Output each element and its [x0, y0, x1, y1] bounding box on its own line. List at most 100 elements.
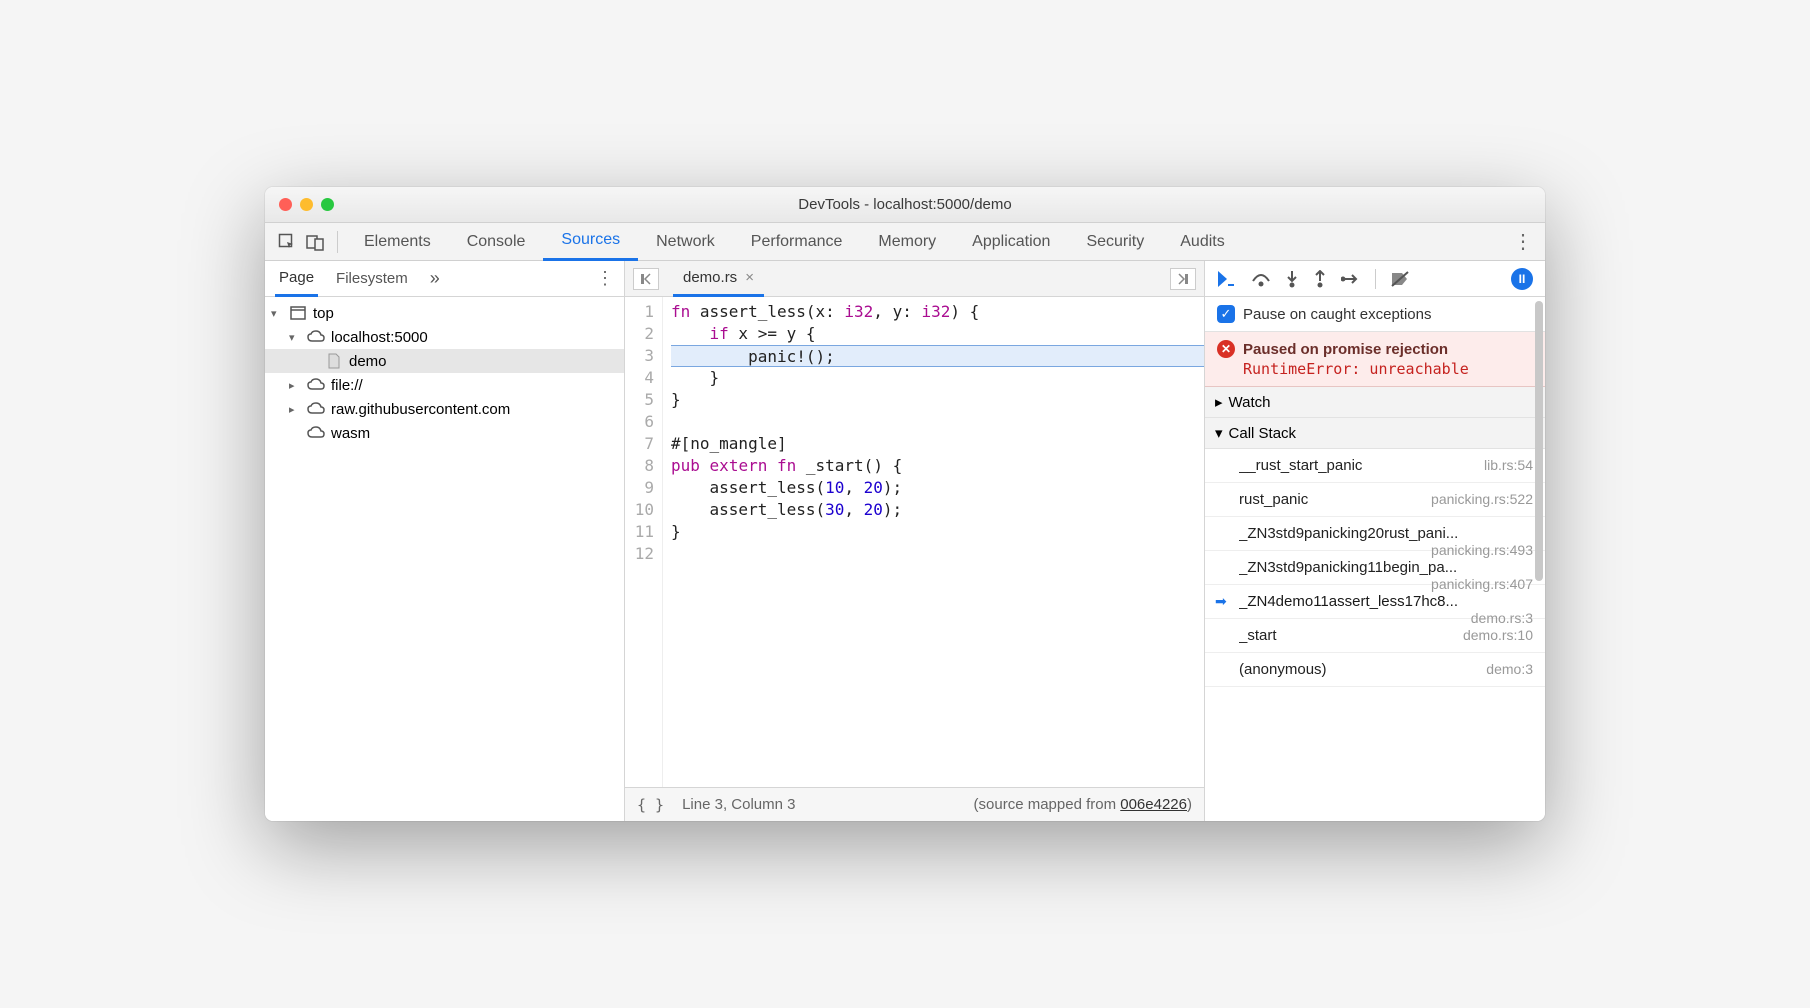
expand-icon: ▸ [1215, 393, 1223, 411]
resume-button[interactable] [1217, 270, 1237, 288]
panel-tabs: ElementsConsoleSourcesNetworkPerformance… [346, 223, 1509, 261]
stack-frame[interactable]: panicking.rs:522rust_panic [1205, 483, 1545, 517]
tree-item-label: raw.githubusercontent.com [331, 401, 510, 418]
file-tab-label: demo.rs [683, 269, 737, 286]
code-line[interactable] [671, 543, 1204, 565]
tab-application[interactable]: Application [954, 223, 1068, 261]
titlebar: DevTools - localhost:5000/demo [265, 187, 1545, 223]
tree-item-label: wasm [331, 425, 370, 442]
deactivate-breakpoints-icon[interactable] [1390, 270, 1410, 288]
stack-frame[interactable]: demo.rs:10_start [1205, 619, 1545, 653]
editor-panel: demo.rs × 123456789101112 fn assert_less… [625, 261, 1205, 821]
stack-frame[interactable]: _ZN3std9panicking11begin_pa...panicking.… [1205, 551, 1545, 585]
tab-audits[interactable]: Audits [1162, 223, 1242, 261]
minimize-window-button[interactable] [300, 198, 313, 211]
step-icon[interactable] [1341, 272, 1361, 286]
code-line[interactable]: } [671, 521, 1204, 543]
tab-security[interactable]: Security [1068, 223, 1162, 261]
disclosure-icon: ▸ [289, 403, 301, 416]
tree-item-label: file:// [331, 377, 363, 394]
pause-reason-pane: ✕ Paused on promise rejection RuntimeErr… [1205, 332, 1545, 387]
pause-on-caught-checkbox[interactable]: ✓ Pause on caught exceptions [1217, 305, 1533, 323]
nav-forward-button[interactable] [1170, 268, 1196, 290]
code-line[interactable]: fn assert_less(x: i32, y: i32) { [671, 301, 1204, 323]
file-tab[interactable]: demo.rs × [673, 261, 764, 297]
code-line[interactable]: #[no_mangle] [671, 433, 1204, 455]
close-tab-icon[interactable]: × [745, 269, 754, 286]
disclosure-icon: ▾ [271, 307, 283, 320]
tree-item[interactable]: demo [265, 349, 624, 373]
navigator-menu-icon[interactable]: ⋮ [596, 268, 614, 289]
code-line[interactable]: panic!(); [671, 345, 1204, 367]
stack-frame[interactable]: _ZN4demo11assert_less17hc8...demo.rs:3 [1205, 585, 1545, 619]
window-controls [265, 198, 334, 211]
cursor-position: Line 3, Column 3 [682, 796, 795, 813]
navigator-tab-page[interactable]: Page [275, 261, 318, 297]
code-line[interactable]: if x >= y { [671, 323, 1204, 345]
tree-item[interactable]: ▾top [265, 301, 624, 325]
tab-performance[interactable]: Performance [733, 223, 861, 261]
maximize-window-button[interactable] [321, 198, 334, 211]
tab-elements[interactable]: Elements [346, 223, 449, 261]
code-line[interactable]: assert_less(30, 20); [671, 499, 1204, 521]
devtools-window: DevTools - localhost:5000/demo ElementsC… [265, 187, 1545, 821]
tree-item[interactable]: ▸file:// [265, 373, 624, 397]
step-over-icon[interactable] [1251, 271, 1271, 287]
panel-body: Page Filesystem » ⋮ ▾top▾localhost:5000d… [265, 261, 1545, 821]
cloud-icon [307, 400, 325, 418]
navigator-tab-filesystem[interactable]: Filesystem [332, 261, 412, 297]
file-tree[interactable]: ▾top▾localhost:5000demo▸file://▸raw.gith… [265, 297, 624, 821]
cloud-icon [307, 424, 325, 442]
inspect-element-icon[interactable] [273, 228, 301, 256]
debugger-panel: II ✓ Pause on caught exceptions ✕ Paused… [1205, 261, 1545, 821]
tab-network[interactable]: Network [638, 223, 733, 261]
code-line[interactable]: assert_less(10, 20); [671, 477, 1204, 499]
pause-reason-message: RuntimeError: unreachable [1243, 360, 1533, 378]
format-icon[interactable]: { } [637, 796, 664, 814]
more-menu-icon[interactable]: ⋮ [1509, 229, 1537, 254]
editor-statusbar: { } Line 3, Column 3 (source mapped from… [625, 787, 1204, 821]
step-out-icon[interactable] [1313, 270, 1327, 288]
tab-sources[interactable]: Sources [543, 223, 638, 261]
tab-memory[interactable]: Memory [860, 223, 954, 261]
debugger-toolbar: II [1205, 261, 1545, 297]
step-into-icon[interactable] [1285, 270, 1299, 288]
watch-section-header[interactable]: ▸ Watch [1205, 387, 1545, 418]
file-icon [325, 352, 343, 370]
code-line[interactable]: } [671, 389, 1204, 411]
tree-item[interactable]: ▾ localhost:5000 [265, 325, 624, 349]
code-editor[interactable]: 123456789101112 fn assert_less(x: i32, y… [625, 297, 1204, 787]
cloud-icon [307, 376, 325, 394]
call-stack-list: lib.rs:54__rust_start_panicpanicking.rs:… [1205, 449, 1545, 821]
navigator-more-icon[interactable]: » [430, 268, 440, 289]
close-window-button[interactable] [279, 198, 292, 211]
scrollbar-thumb[interactable] [1535, 301, 1543, 581]
stack-frame[interactable]: lib.rs:54__rust_start_panic [1205, 449, 1545, 483]
collapse-icon: ▾ [1215, 424, 1223, 442]
code-line[interactable]: pub extern fn _start() { [671, 455, 1204, 477]
stack-frame[interactable]: demo:3(anonymous) [1205, 653, 1545, 687]
window-title: DevTools - localhost:5000/demo [265, 196, 1545, 213]
stack-frame[interactable]: _ZN3std9panicking20rust_pani...panicking… [1205, 517, 1545, 551]
tree-item[interactable]: ▸ raw.githubusercontent.com [265, 397, 624, 421]
disclosure-icon: ▾ [289, 331, 301, 344]
tree-item-label: localhost:5000 [331, 329, 428, 346]
code-line[interactable]: } [671, 367, 1204, 389]
pause-indicator-icon[interactable]: II [1511, 268, 1533, 290]
tree-item-label: demo [349, 353, 387, 370]
source-map-link[interactable]: 006e4226 [1120, 796, 1187, 813]
separator [1375, 269, 1376, 289]
device-toggle-icon[interactable] [301, 228, 329, 256]
error-icon: ✕ [1217, 340, 1235, 358]
pause-on-exceptions-row: ✓ Pause on caught exceptions [1205, 297, 1545, 332]
navigator-panel: Page Filesystem » ⋮ ▾top▾localhost:5000d… [265, 261, 625, 821]
code-line[interactable] [671, 411, 1204, 433]
line-gutter: 123456789101112 [625, 297, 663, 787]
callstack-section-header[interactable]: ▾ Call Stack [1205, 418, 1545, 449]
nav-back-button[interactable] [633, 268, 659, 290]
editor-tabbar: demo.rs × [625, 261, 1204, 297]
code-area[interactable]: fn assert_less(x: i32, y: i32) { if x >=… [663, 297, 1204, 787]
tab-console[interactable]: Console [449, 223, 544, 261]
tree-item[interactable]: wasm [265, 421, 624, 445]
source-map-info: (source mapped from 006e4226) [974, 796, 1192, 813]
